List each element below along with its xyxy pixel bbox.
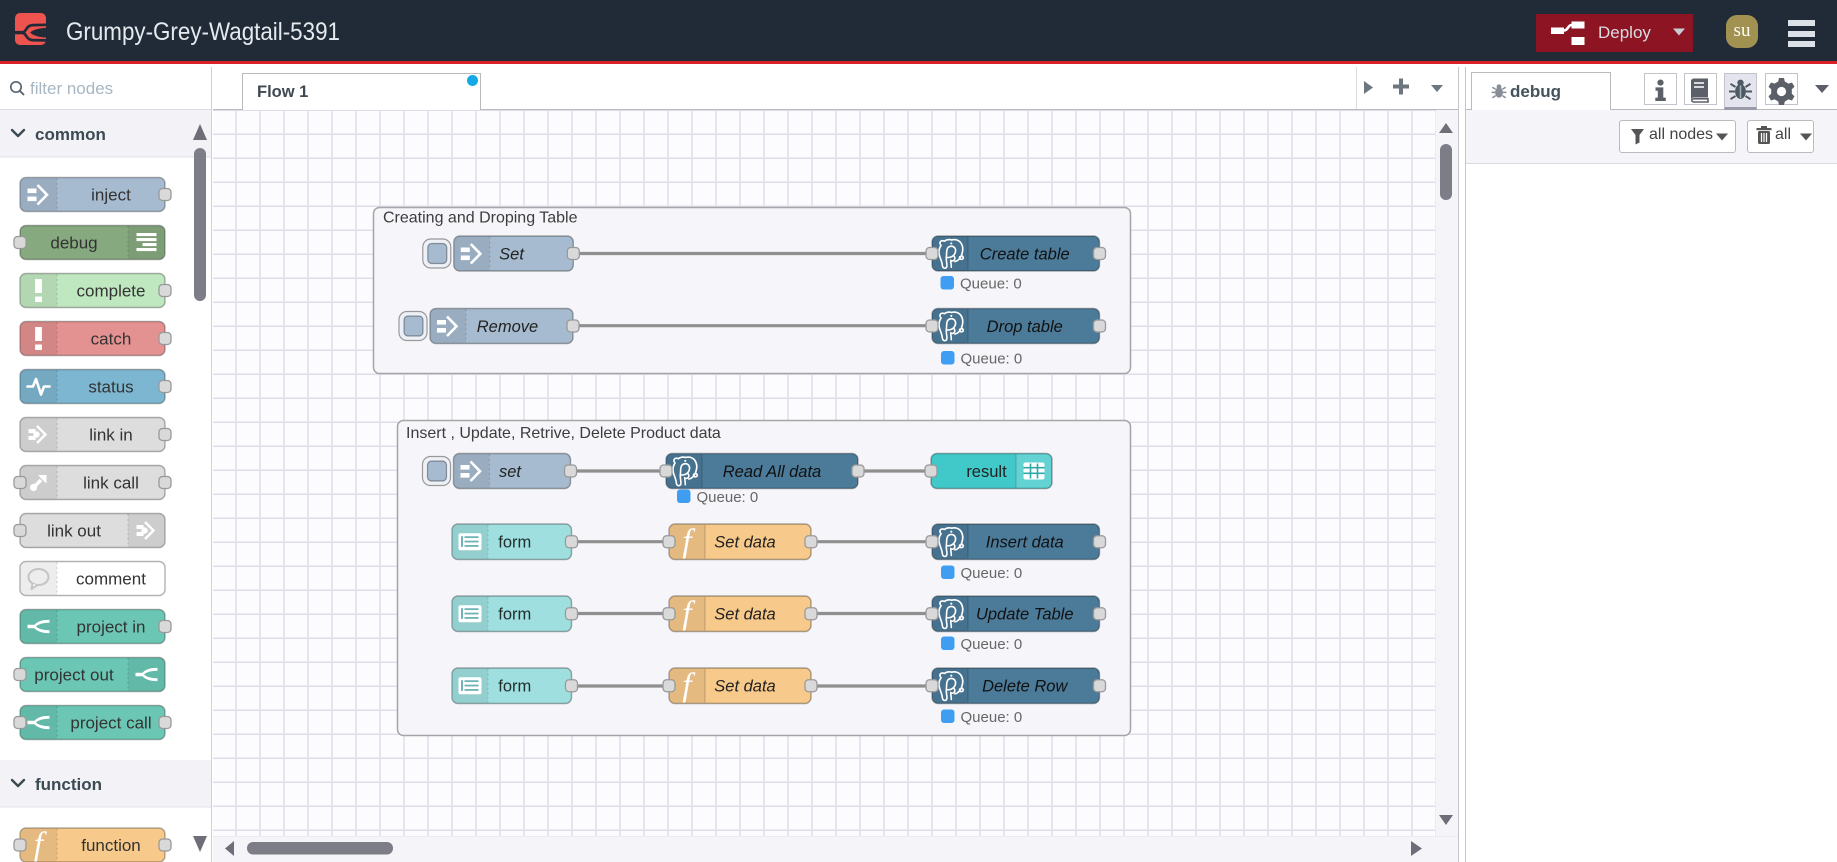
svg-text:link call: link call xyxy=(83,473,139,492)
svg-text:function: function xyxy=(35,775,102,794)
svg-text:inject: inject xyxy=(91,185,131,204)
svg-text:function: function xyxy=(81,836,141,855)
svg-text:project out: project out xyxy=(34,665,114,684)
svg-text:status: status xyxy=(88,377,133,396)
svg-text:complete: complete xyxy=(77,281,146,300)
svg-text:catch: catch xyxy=(91,329,132,348)
svg-text:debug: debug xyxy=(50,233,97,252)
svg-text:comment: comment xyxy=(76,569,146,588)
svg-text:project in: project in xyxy=(77,617,146,636)
svg-text:link out: link out xyxy=(47,521,101,540)
svg-text:common: common xyxy=(35,125,106,144)
svg-text:link in: link in xyxy=(89,425,132,444)
svg-text:project call: project call xyxy=(70,713,151,732)
